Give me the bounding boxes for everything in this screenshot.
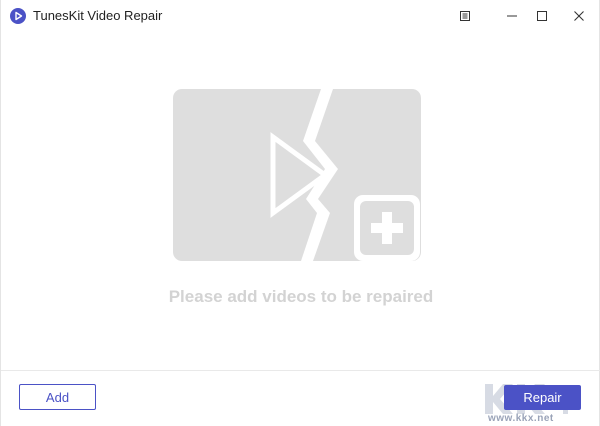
footer-divider [1,370,600,371]
maximize-icon [537,11,547,21]
close-button[interactable] [565,4,593,28]
maximize-button[interactable] [528,4,556,28]
title-bar[interactable]: TunesKit Video Repair [1,0,600,32]
broken-video-add-icon [173,89,421,261]
watermark-url: www.kkx.net [488,413,554,424]
close-icon [574,11,584,21]
add-video-drop-zone[interactable] [173,89,421,261]
empty-hint-text: Please add videos to be repaired [168,287,434,306]
menu-icon [460,11,470,21]
add-button[interactable]: Add [19,384,96,410]
window-title: TunesKit Video Repair [33,8,163,23]
app-window: TunesKit Video Repair Please add videos … [0,0,600,426]
app-logo-icon [10,8,26,24]
minimize-icon [507,15,517,17]
minimize-button[interactable] [498,4,526,28]
repair-button[interactable]: Repair [504,385,581,410]
menu-button[interactable] [451,4,479,28]
